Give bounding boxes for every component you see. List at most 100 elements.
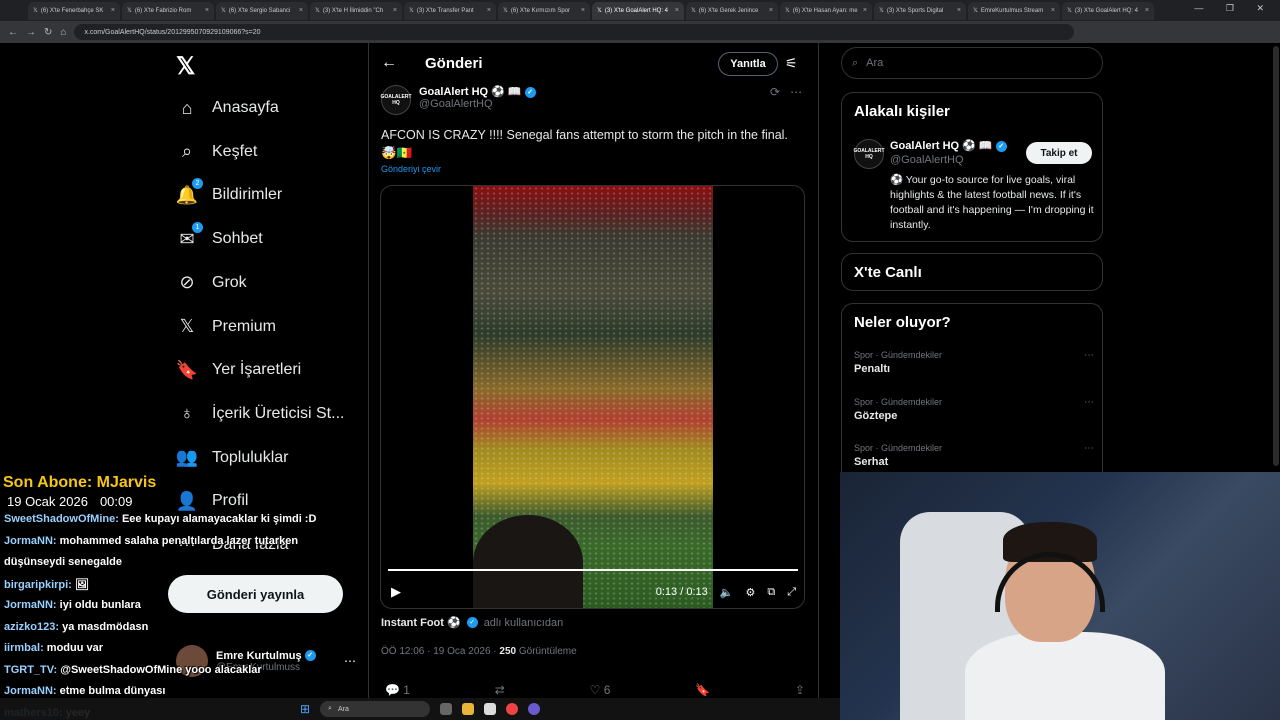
author-name[interactable]: GoalAlert HQ ⚽ 📖 [419, 86, 522, 98]
back-arrow-icon[interactable]: ← [381, 54, 397, 72]
tab-close-icon[interactable]: × [487, 7, 491, 14]
person-avatar[interactable]: GOALALERT HQ [853, 139, 885, 169]
live-card[interactable]: X'te Canlı [841, 253, 1103, 291]
source-name[interactable]: Instant Foot ⚽ [381, 616, 461, 629]
more-options-icon[interactable]: ⋯ [344, 654, 356, 668]
more-icon[interactable]: ⋯ [1084, 350, 1094, 361]
video-player[interactable]: ▶ 0:13 / 0:13 🔈 ⚙ ⧉ ⤢ [380, 185, 805, 609]
task-view-icon[interactable] [440, 703, 453, 715]
bookmark-action[interactable]: 🔖 [695, 683, 710, 697]
sidebar-item-bookmark[interactable]: 🔖 Yer İşaretleri [176, 359, 301, 381]
repost-action[interactable]: ⇄ [495, 683, 505, 697]
file-explorer-icon[interactable] [462, 703, 475, 715]
tweet-author[interactable]: GOALALERT HQ GoalAlert HQ ⚽ 📖 ✓ @GoalAle… [380, 85, 536, 115]
sidebar-item-bell[interactable]: 🔔 2 Bildirimler [176, 178, 282, 206]
notepad-icon[interactable] [484, 703, 497, 715]
tab-close-icon[interactable]: × [111, 7, 115, 14]
more-icon[interactable]: ⋯ [1084, 443, 1094, 454]
browser-tab[interactable]: 𝕏 EmreKurtulmus Stream × [968, 1, 1060, 20]
grok-explain-icon[interactable]: ⟳ [770, 85, 790, 99]
tweet-timestamp[interactable]: ÖÖ 12:06 · 19 Oca 2026 · [381, 646, 497, 657]
tab-close-icon[interactable]: × [769, 7, 773, 14]
sidebar-item-grok[interactable]: ⊘ Grok [176, 272, 246, 294]
chat-user: SweetShadowOfMine: [4, 513, 119, 525]
settings-gear-icon[interactable]: ⚙ [745, 586, 755, 599]
browser-tab[interactable]: 𝕏 (3) X'te GoalAlert HQ: 4 × [592, 1, 684, 20]
play-icon[interactable]: ▶ [391, 584, 401, 600]
reply-action[interactable]: 💬 1 [385, 683, 410, 697]
post-button[interactable]: Gönderi yayınla [168, 575, 343, 613]
browser-tab[interactable]: 𝕏 (6) X'te Fenerbahçe SK × [28, 1, 120, 20]
person-name[interactable]: GoalAlert HQ ⚽ 📖 [890, 140, 993, 152]
tab-close-icon[interactable]: × [1145, 7, 1149, 14]
pip-icon[interactable]: ⧉ [767, 586, 775, 599]
taskbar-search-text: Ara [337, 705, 349, 713]
search-icon: ⌕ [852, 56, 859, 69]
tab-label: (6) X'te Fabrizio Rom [134, 7, 192, 14]
tab-close-icon[interactable]: × [957, 7, 961, 14]
home-button-icon[interactable]: ⌂ [60, 27, 66, 38]
browser-tab[interactable]: 𝕏 (6) X'te Sergio Sabanci × [216, 1, 308, 20]
search-input[interactable]: ⌕ Ara [841, 47, 1103, 79]
reply-button[interactable]: Yanıtla [718, 52, 778, 76]
window-controls[interactable]: — ❐ ✕ [1194, 3, 1274, 14]
tweet-options[interactable]: ⟳⋯ [770, 85, 812, 99]
tab-close-icon[interactable]: × [863, 7, 867, 14]
video-progress-bar[interactable] [388, 569, 798, 571]
tab-close-icon[interactable]: × [393, 7, 397, 14]
fullscreen-icon[interactable]: ⤢ [787, 586, 796, 599]
shirt [965, 632, 1165, 720]
back-icon[interactable]: ← [8, 27, 18, 38]
follow-button[interactable]: Takip et [1026, 142, 1092, 164]
address-bar[interactable]: x.com/GoalAlertHQ/status/201299507092910… [74, 24, 1075, 40]
sidebar-item-label: Yer İşaretleri [212, 361, 302, 379]
volume-icon[interactable]: 🔈 [720, 586, 734, 599]
webcam-feed [840, 472, 1280, 720]
browser-tab[interactable]: 𝕏 (3) X'te Sports Digital × [874, 1, 966, 20]
trend-item[interactable]: Spor · Gündemdekiler Serhat ⋯ [854, 443, 1094, 468]
browser-tab[interactable]: 𝕏 (6) X'te Kırmızım Spor × [498, 1, 590, 20]
tab-close-icon[interactable]: × [205, 7, 209, 14]
sidebar-item-communities[interactable]: 👥 Topluluklar [176, 447, 289, 469]
sidebar-item-creator[interactable]: ♁ İçerik Üreticisi St... [176, 403, 344, 425]
search-icon: ⌕ [176, 141, 198, 163]
sidebar-item-search[interactable]: ⌕ Keşfet [176, 141, 257, 163]
x-logo-icon[interactable]: 𝕏 [176, 52, 195, 81]
url-text: x.com/GoalAlertHQ/status/201299507092910… [84, 28, 261, 36]
taskbar-search[interactable]: ⌕ Ara [320, 701, 431, 717]
discord-icon[interactable] [528, 703, 541, 715]
browser-tab[interactable]: 𝕏 (6) X'te Hasan Ayan: me × [780, 1, 872, 20]
author-avatar[interactable]: GOALALERT HQ [380, 85, 412, 115]
more-icon[interactable]: ⋯ [1084, 397, 1094, 408]
browser-tab[interactable]: 𝕏 (6) X'te Fabrizio Rom × [122, 1, 214, 20]
tab-close-icon[interactable]: × [581, 7, 585, 14]
chrome-icon[interactable] [506, 703, 519, 715]
sidebar-item-x[interactable]: 𝕏 Premium [176, 316, 276, 338]
tab-close-icon[interactable]: × [675, 7, 679, 14]
sidebar-item-mail[interactable]: ✉ 1 Sohbet [176, 222, 263, 250]
scrollbar[interactable] [1273, 46, 1279, 466]
tab-close-icon[interactable]: × [299, 7, 303, 14]
author-handle[interactable]: @GoalAlertHQ [419, 98, 536, 110]
sidebar-item-profile[interactable]: 👤 Profil [176, 490, 249, 512]
more-icon[interactable]: ⋯ [790, 85, 812, 99]
video-frame[interactable] [473, 186, 713, 608]
tab-close-icon[interactable]: × [1051, 7, 1055, 14]
forward-icon[interactable]: → [26, 27, 36, 38]
browser-tab[interactable]: 𝕏 (3) X'te GoalAlert HQ: 4 × [1062, 1, 1154, 20]
like-action[interactable]: ♡ 6 [590, 683, 611, 697]
translate-link[interactable]: Gönderiyi çevir [381, 164, 441, 174]
person-handle[interactable]: @GoalAlertHQ [890, 154, 964, 166]
browser-tab[interactable]: 𝕏 (6) X'te Gerek Jenince × [686, 1, 778, 20]
windows-start-icon[interactable]: ⊞ [300, 702, 310, 716]
browser-tab[interactable]: 𝕏 (3) X'te Transfer Pant × [404, 1, 496, 20]
browser-tab[interactable]: 𝕏 (3) X'te H İlimiddin "Ch × [310, 1, 402, 20]
video-source[interactable]: Instant Foot ⚽ ✓ adlı kullanıcıdan [381, 616, 563, 630]
reload-icon[interactable]: ↻ [44, 27, 52, 38]
share-action[interactable]: ⇪ [795, 683, 805, 697]
sidebar-item-label: Anasayfa [212, 99, 279, 116]
trend-item[interactable]: Spor · Gündemdekiler Penaltı ⋯ [854, 350, 1094, 375]
sidebar-item-home[interactable]: ⌂ Anasayfa [176, 97, 279, 119]
trend-item[interactable]: Spor · Gündemdekiler Göztepe ⋯ [854, 397, 1094, 422]
sliders-icon[interactable]: ⚟ [785, 55, 798, 72]
